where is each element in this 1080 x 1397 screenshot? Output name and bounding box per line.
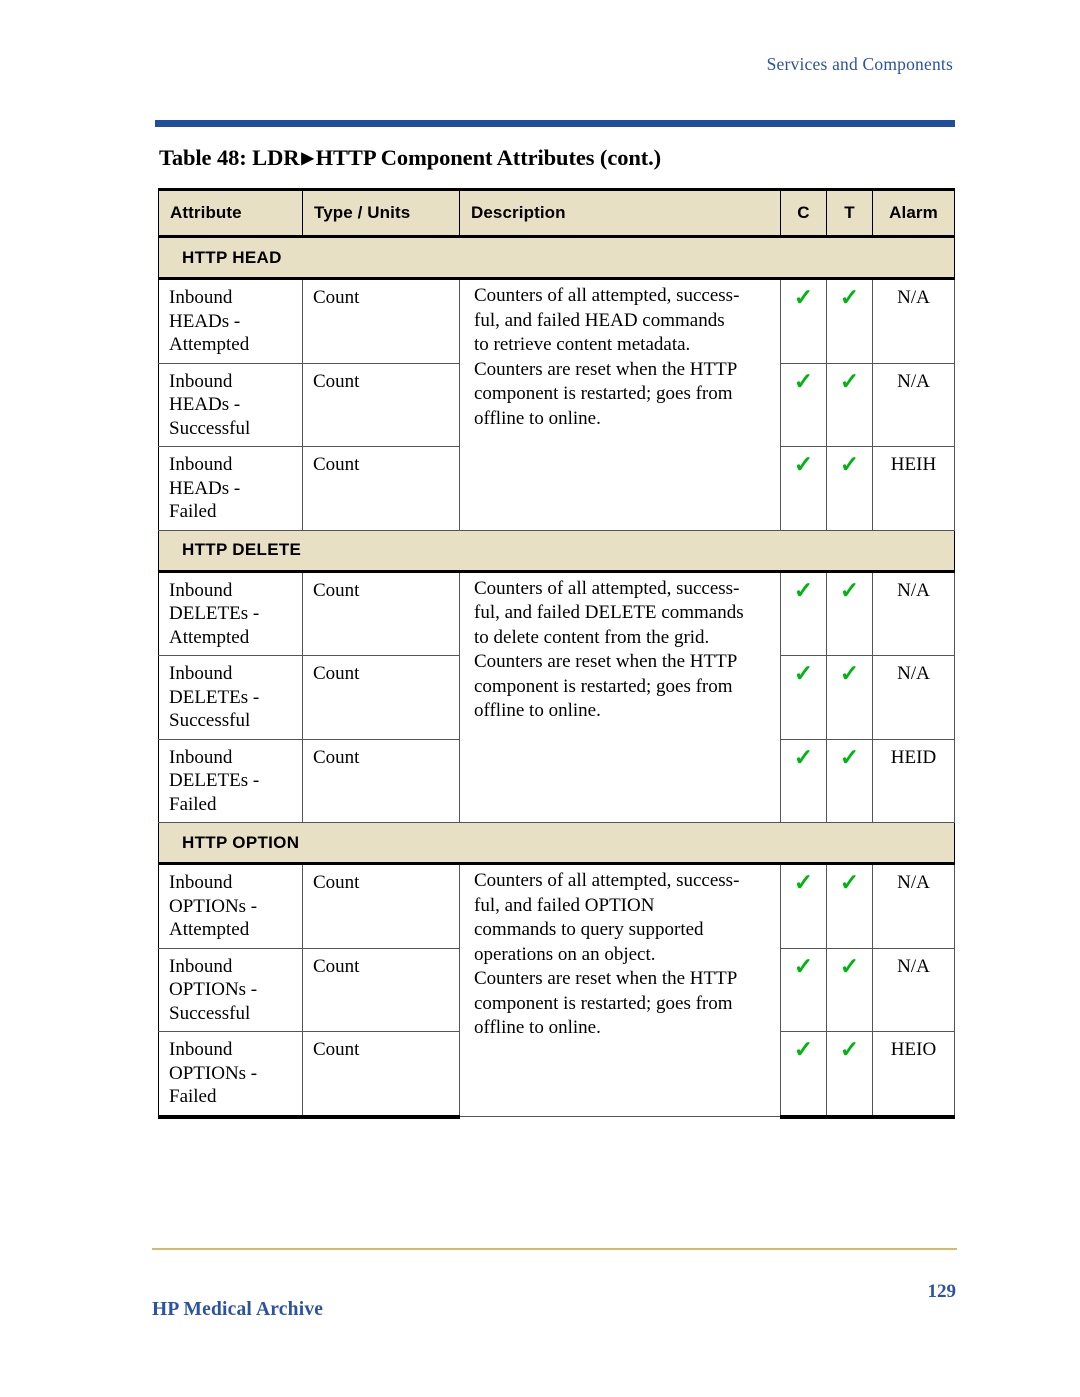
- cell-c-check: ✓: [780, 1031, 827, 1119]
- check-icon: ✓: [839, 953, 860, 979]
- attributes-table: Attribute Type / Units Description C T A…: [158, 188, 955, 1119]
- cell-description: Counters of all attempted, success- ful,…: [459, 863, 781, 1117]
- section-band-row: HTTP HEAD: [158, 236, 955, 280]
- column-header-c: C: [780, 188, 827, 238]
- cell-alarm: N/A: [872, 278, 955, 364]
- cell-t-check: ✓: [826, 738, 873, 823]
- table-row: Inbound DELETEs - Attempted Count Counte…: [158, 570, 955, 823]
- column-header-t: T: [826, 188, 873, 238]
- cell-alarm: N/A: [872, 570, 955, 656]
- cell-type-units: Count: [302, 362, 460, 447]
- check-icon: ✓: [793, 870, 814, 895]
- cell-c-check: ✓: [780, 446, 827, 531]
- check-icon: ✓: [839, 870, 860, 895]
- section-band-label: HTTP HEAD: [158, 236, 955, 280]
- check-icon: ✓: [793, 577, 814, 603]
- cell-alarm: N/A: [872, 655, 955, 740]
- table-row: Inbound OPTIONs - Attempted Count Counte…: [158, 863, 955, 1117]
- cell-t-check: ✓: [826, 446, 873, 531]
- cell-t-check: ✓: [826, 1031, 873, 1119]
- cell-type-units: Count: [302, 570, 460, 656]
- cell-alarm: N/A: [872, 362, 955, 447]
- table-body: HTTP HEAD Inbound HEADs - Attempted Coun…: [158, 236, 955, 1119]
- cell-t-check: ✓: [826, 947, 873, 1032]
- section-band-row: HTTP DELETE: [158, 529, 955, 573]
- document-page: Services and Components Table 48: LDR ▶HT…: [0, 0, 1080, 1397]
- column-header-description: Description: [459, 188, 781, 238]
- check-icon: ✓: [793, 744, 814, 770]
- cell-attribute: Inbound DELETEs - Attempted: [158, 570, 303, 656]
- cell-attribute: Inbound OPTIONs - Failed: [158, 1031, 303, 1119]
- cell-type-units: Count: [302, 278, 460, 364]
- check-icon: ✓: [793, 661, 814, 686]
- cell-c-check: ✓: [780, 655, 827, 740]
- cell-type-units: Count: [302, 738, 460, 823]
- footer-rule: [152, 1248, 957, 1250]
- section-band-label: HTTP OPTION: [158, 822, 955, 865]
- table-caption-prefix: Table 48: LDR: [159, 145, 300, 170]
- cell-type-units: Count: [302, 1031, 460, 1119]
- section-band-row: HTTP OPTION: [158, 822, 955, 865]
- footer-page-number: 129: [927, 1281, 957, 1302]
- table-header-row: Attribute Type / Units Description C T A…: [158, 188, 955, 238]
- section-band-label: HTTP DELETE: [158, 529, 955, 573]
- cell-t-check: ✓: [826, 362, 873, 447]
- table-caption-suffix: HTTP Component Attributes (cont.): [315, 145, 662, 170]
- header-blue-rule: [155, 120, 955, 127]
- triangle-icon: ▶: [301, 150, 314, 167]
- cell-c-check: ✓: [780, 738, 827, 823]
- cell-c-check: ✓: [780, 362, 827, 447]
- check-icon: ✓: [839, 452, 860, 477]
- cell-type-units: Count: [302, 863, 460, 949]
- check-icon: ✓: [793, 953, 814, 979]
- check-icon: ✓: [839, 285, 860, 310]
- cell-t-check: ✓: [826, 570, 873, 656]
- check-icon: ✓: [793, 452, 814, 477]
- check-icon: ✓: [839, 577, 860, 603]
- check-icon: ✓: [793, 1037, 814, 1062]
- cell-description: Counters of all attempted, success- ful,…: [459, 570, 781, 823]
- cell-alarm: HEIO: [872, 1031, 955, 1119]
- table-row: Inbound HEADs - Attempted Count Counters…: [158, 278, 955, 531]
- cell-attribute: Inbound OPTIONs - Successful: [158, 947, 303, 1032]
- cell-t-check: ✓: [826, 863, 873, 949]
- cell-t-check: ✓: [826, 655, 873, 740]
- cell-alarm: HEIH: [872, 446, 955, 531]
- check-icon: ✓: [793, 368, 814, 394]
- check-icon: ✓: [793, 285, 814, 310]
- running-head: Services and Components: [766, 54, 953, 74]
- cell-c-check: ✓: [780, 570, 827, 656]
- table-caption: Table 48: LDR ▶HTTP Component Attributes …: [159, 145, 661, 171]
- cell-attribute: Inbound HEADs - Successful: [158, 362, 303, 447]
- cell-type-units: Count: [302, 446, 460, 531]
- cell-c-check: ✓: [780, 863, 827, 949]
- check-icon: ✓: [839, 1037, 860, 1062]
- cell-attribute: Inbound OPTIONs - Attempted: [158, 863, 303, 949]
- cell-alarm: N/A: [872, 863, 955, 949]
- footer-brand: HP Medical Archive: [152, 1299, 324, 1320]
- check-icon: ✓: [839, 368, 860, 394]
- cell-t-check: ✓: [826, 278, 873, 364]
- cell-attribute: Inbound DELETEs - Failed: [158, 738, 303, 823]
- check-icon: ✓: [839, 744, 860, 770]
- column-header-attribute: Attribute: [158, 188, 303, 238]
- cell-c-check: ✓: [780, 947, 827, 1032]
- cell-description: Counters of all attempted, success- ful,…: [459, 278, 781, 531]
- cell-type-units: Count: [302, 655, 460, 740]
- cell-attribute: Inbound HEADs - Attempted: [158, 278, 303, 364]
- cell-attribute: Inbound HEADs - Failed: [158, 446, 303, 531]
- check-icon: ✓: [839, 661, 860, 686]
- cell-alarm: HEID: [872, 738, 955, 823]
- cell-c-check: ✓: [780, 278, 827, 364]
- column-header-type-units: Type / Units: [302, 188, 460, 238]
- column-header-alarm: Alarm: [872, 188, 955, 238]
- cell-attribute: Inbound DELETEs - Successful: [158, 655, 303, 740]
- cell-alarm: N/A: [872, 947, 955, 1032]
- cell-type-units: Count: [302, 947, 460, 1032]
